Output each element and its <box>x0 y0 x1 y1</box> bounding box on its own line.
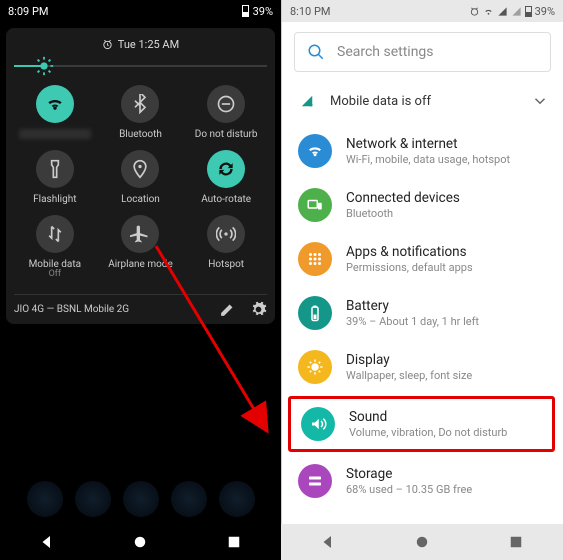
qs-tile-mobile-data[interactable]: Mobile dataOff <box>14 215 96 280</box>
status-battery-r: 39% <box>535 5 555 18</box>
wifi-icon <box>483 6 494 17</box>
brightness-icon <box>33 55 55 77</box>
dock <box>0 474 281 524</box>
settings-item-network-internet[interactable]: Network & internet Wi-Fi, mobile, data u… <box>282 124 563 178</box>
navbar-left <box>0 524 281 560</box>
item-subtitle: 68% used – 10.35 GB free <box>346 483 547 496</box>
back-icon[interactable] <box>38 533 56 551</box>
item-subtitle: Wi-Fi, mobile, data usage, hotspot <box>346 153 547 166</box>
item-title: Display <box>346 352 547 368</box>
tile-label: Do not disturb <box>195 129 258 140</box>
settings-item-connected-devices[interactable]: Connected devices Bluetooth <box>282 178 563 232</box>
signal-icon <box>497 6 508 17</box>
status-bar-right: 8:10 PM 39% <box>282 0 563 22</box>
chevron-down-icon <box>531 92 549 110</box>
status-battery: 39% <box>253 5 273 18</box>
tile-label: Bluetooth <box>119 129 162 140</box>
qs-tile-hotspot[interactable]: Hotspot <box>185 215 267 280</box>
apps-icon <box>298 242 332 276</box>
devices-icon <box>298 188 332 222</box>
edit-icon[interactable] <box>219 301 236 318</box>
recents-icon[interactable] <box>225 533 243 551</box>
qs-tile-location[interactable]: Location <box>100 150 182 205</box>
item-title: Network & internet <box>346 136 547 152</box>
alarm-icon <box>102 39 113 50</box>
item-subtitle: Permissions, default apps <box>346 261 547 274</box>
navbar-right <box>281 524 563 560</box>
tile-label: Auto-rotate <box>201 194 251 205</box>
tile-label: Location <box>121 194 160 205</box>
wifi-icon <box>298 134 332 168</box>
mobile-data-banner[interactable]: Mobile data is off <box>282 82 563 120</box>
item-title: Sound <box>349 409 542 425</box>
settings-item-display[interactable]: Display Wallpaper, sleep, font size <box>282 340 563 394</box>
panel-time: Tue 1:25 AM <box>118 38 179 51</box>
item-subtitle: Wallpaper, sleep, font size <box>346 369 547 382</box>
settings-item-sound[interactable]: Sound Volume, vibration, Do not disturb <box>288 396 555 452</box>
settings-item-battery[interactable]: Battery 39% – About 1 day, 1 hr left <box>282 286 563 340</box>
status-time: 8:09 PM <box>8 5 48 18</box>
battery-icon <box>525 6 532 17</box>
status-bar-left: 8:09 PM 39% <box>0 0 281 22</box>
item-subtitle: Bluetooth <box>346 207 547 220</box>
item-title: Battery <box>346 298 547 314</box>
qs-tile-wifi[interactable] <box>14 85 96 140</box>
qs-tile-do-not-disturb[interactable]: Do not disturb <box>185 85 267 140</box>
storage-icon <box>298 464 332 498</box>
quick-settings-panel: Tue 1:25 AM Bluetooth Do not disturb Flash… <box>6 28 275 324</box>
tile-label <box>19 129 91 139</box>
settings-item-storage[interactable]: Storage 68% used – 10.35 GB free <box>282 454 563 508</box>
qs-tile-flashlight[interactable]: Flashlight <box>14 150 96 205</box>
sound-icon <box>301 407 335 441</box>
tile-label: Airplane mode <box>108 259 173 270</box>
home-icon[interactable] <box>413 533 431 551</box>
tile-label: Flashlight <box>33 194 76 205</box>
status-time-r: 8:10 PM <box>290 5 330 18</box>
item-title: Connected devices <box>346 190 547 206</box>
qs-tile-bluetooth[interactable]: Bluetooth <box>100 85 182 140</box>
qs-tile-auto-rotate[interactable]: Auto-rotate <box>185 150 267 205</box>
search-input[interactable]: Search settings <box>294 32 551 72</box>
qs-tile-airplane-mode[interactable]: Airplane mode <box>100 215 182 280</box>
search-icon <box>307 43 325 61</box>
item-subtitle: Volume, vibration, Do not disturb <box>349 426 542 439</box>
display-icon <box>298 350 332 384</box>
signal-off-icon <box>300 94 314 108</box>
item-title: Apps & notifications <box>346 244 547 260</box>
recents-icon[interactable] <box>507 533 525 551</box>
gear-icon[interactable] <box>250 301 267 318</box>
item-subtitle: 39% – About 1 day, 1 hr left <box>346 315 547 328</box>
back-icon[interactable] <box>319 533 337 551</box>
signal-icon <box>511 6 522 17</box>
carrier-text: JIO 4G — BSNL Mobile 2G <box>14 304 129 315</box>
tile-label: Hotspot <box>208 259 244 270</box>
search-placeholder: Search settings <box>337 44 434 60</box>
alarm-icon <box>469 6 480 17</box>
banner-text: Mobile data is off <box>330 94 431 109</box>
tile-label: Mobile dataOff <box>29 259 82 280</box>
settings-item-apps-notifications[interactable]: Apps & notifications Permissions, defaul… <box>282 232 563 286</box>
home-icon[interactable] <box>131 533 149 551</box>
battery-icon <box>242 5 249 17</box>
brightness-slider[interactable] <box>14 51 267 81</box>
battery-icon <box>298 296 332 330</box>
item-title: Storage <box>346 466 547 482</box>
